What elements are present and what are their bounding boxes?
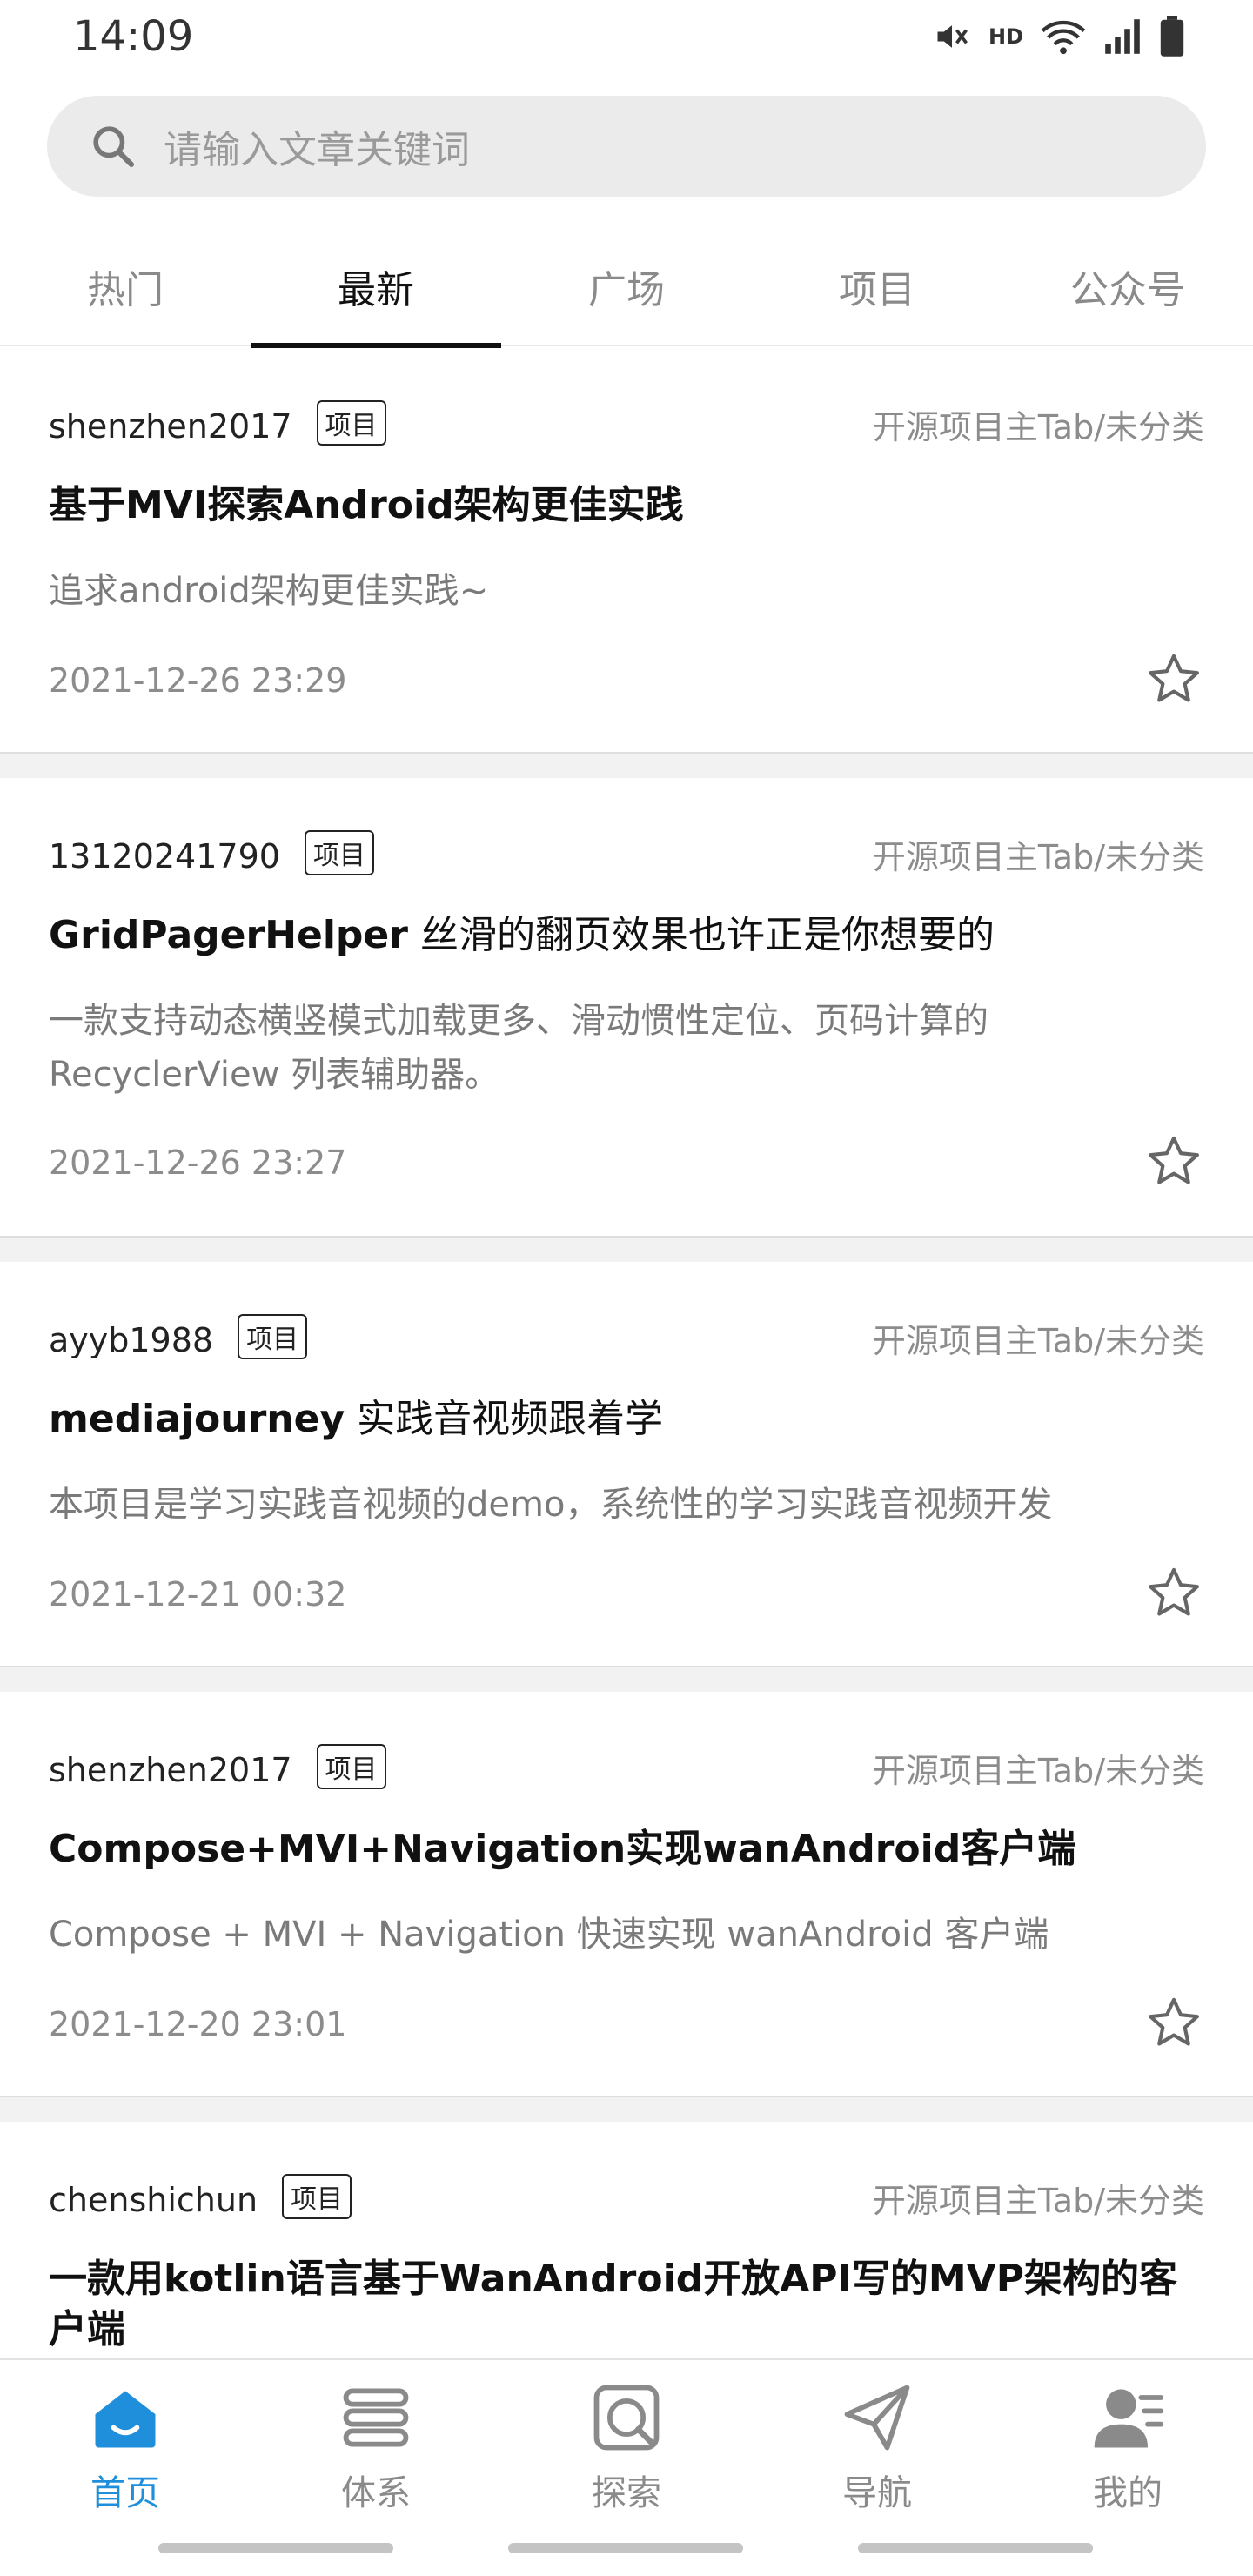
article-title-bold: Compose+MVI+Navigation实现wanAndroid客户端 (49, 1827, 1076, 1871)
article-author: shenzhen2017 (49, 1751, 292, 1789)
star-icon[interactable] (1145, 650, 1203, 708)
article-card[interactable]: shenzhen2017 项目 开源项目主Tab/未分类 基于MVI探索Andro… (0, 348, 1253, 754)
article-author-row: ayyb1988 项目 (49, 1314, 308, 1359)
star-icon[interactable] (1145, 1994, 1203, 2051)
search-bar[interactable]: 请输入文章关键词 (47, 96, 1206, 197)
article-desc: 一款支持动态横竖模式加载更多、滑动惯性定位、页码计算的 RecyclerView… (49, 1001, 988, 1095)
article-tag: 项目 (304, 830, 374, 875)
article-desc: Compose + MVI + Navigation 快速实现 wanAndro… (49, 1915, 1049, 1955)
battery-icon (1160, 16, 1184, 57)
article-category: 开源项目主Tab/未分类 (872, 408, 1204, 446)
gesture-bar-left (158, 2543, 393, 2553)
article-author-row: chenshichun 项目 (49, 2174, 352, 2219)
user-icon (1094, 2389, 1164, 2448)
article-title: mediajourney 实践音视频跟着学 (49, 1394, 1204, 1445)
article-category: 开源项目主Tab/未分类 (872, 1752, 1204, 1790)
article-title: 基于MVI探索Android架构更佳实践 (49, 480, 1204, 531)
article-tag: 项目 (316, 1744, 386, 1789)
article-author-row: shenzhen2017 项目 (49, 1744, 386, 1789)
article-category: 开源项目主Tab/未分类 (872, 1322, 1204, 1360)
article-card[interactable]: chenshichun 项目 开源项目主Tab/未分类 一款用kotlin语言基于… (0, 2122, 1253, 2358)
article-title: Compose+MVI+Navigation实现wanAndroid客户端 (49, 1824, 1204, 1875)
status-time: 14:09 (73, 12, 194, 61)
article-title-plain: 丝滑的翻页效果也许正是你想要的 (407, 913, 995, 957)
nav-home[interactable]: 首页 (0, 2378, 251, 2526)
nav-explore[interactable]: 探索 (501, 2378, 752, 2526)
article-desc: 本项目是学习实践音视频的demo，系统性的学习实践音视频开发 (49, 1485, 1053, 1525)
article-desc: 追求android架构更佳实践~ (49, 571, 489, 611)
article-title-bold: mediajourney (49, 1397, 345, 1441)
wifi-icon (1041, 20, 1086, 55)
article-card[interactable]: shenzhen2017 项目 开源项目主Tab/未分类 Compose+MVI+… (0, 1692, 1253, 2097)
home-icon (95, 2391, 156, 2448)
nav-label: 体系 (341, 2473, 411, 2513)
gesture-bar-center (508, 2543, 743, 2553)
gesture-bar-right (858, 2543, 1093, 2553)
article-author: chenshichun (49, 2181, 258, 2219)
nav-mine[interactable]: 我的 (1002, 2378, 1253, 2526)
nav-label: 我的 (1093, 2473, 1163, 2513)
article-author: 13120241790 (49, 837, 280, 875)
search-icon (93, 126, 135, 168)
article-author-row: shenzhen2017 项目 (49, 400, 386, 446)
article-date: 2021-12-26 23:29 (49, 661, 347, 700)
article-title-bold: 基于MVI探索Android架构更佳实践 (49, 483, 684, 527)
article-card[interactable]: 13120241790 项目 开源项目主Tab/未分类 GridPagerHelp… (0, 778, 1253, 1238)
article-card[interactable]: ayyb1988 项目 开源项目主Tab/未分类 mediajourney 实践音… (0, 1262, 1253, 1667)
article-author: shenzhen2017 (49, 407, 292, 446)
article-date: 2021-12-26 23:27 (49, 1144, 347, 1182)
article-date: 2021-12-21 00:32 (49, 1575, 347, 1613)
article-tag: 项目 (282, 2174, 352, 2219)
article-title-bold: 一款用kotlin语言基于WanAndroid开放API写的MVP架构的客户端 (49, 2257, 1177, 2351)
article-author: ayyb1988 (49, 1321, 214, 1359)
nav-navigation[interactable]: 导航 (752, 2378, 1002, 2526)
article-title: GridPagerHelper 丝滑的翻页效果也许正是你想要的 (49, 910, 1204, 961)
article-title: 一款用kotlin语言基于WanAndroid开放API写的MVP架构的客户端 (49, 2254, 1204, 2355)
article-tag: 项目 (316, 400, 386, 446)
article-category: 开源项目主Tab/未分类 (872, 2182, 1204, 2220)
article-list[interactable]: shenzhen2017 项目 开源项目主Tab/未分类 基于MVI探索Andro… (0, 348, 1253, 2358)
tab-square[interactable]: 广场 (501, 226, 752, 346)
nav-system[interactable]: 体系 (251, 2378, 501, 2526)
network-type: HD (988, 24, 1023, 49)
tab-project[interactable]: 项目 (752, 226, 1002, 346)
status-icons: HD (933, 16, 1185, 57)
send-icon (844, 2385, 910, 2451)
star-icon[interactable] (1145, 1132, 1203, 1190)
nav-label: 导航 (842, 2473, 912, 2513)
article-category: 开源项目主Tab/未分类 (872, 838, 1204, 876)
tab-latest[interactable]: 最新 (251, 226, 501, 348)
nav-label: 首页 (90, 2473, 160, 2513)
tab-bar: 热门 最新 广场 项目 公众号 (0, 226, 1253, 348)
article-tag: 项目 (238, 1314, 308, 1359)
search-input[interactable]: 请输入文章关键词 (164, 118, 470, 174)
tab-hot[interactable]: 热门 (0, 226, 251, 346)
layers-icon (343, 2388, 409, 2447)
article-title-bold: GridPagerHelper (49, 913, 408, 957)
status-bar: 14:09 HD (0, 0, 1253, 77)
signal-icon (1105, 19, 1140, 54)
explore-icon (593, 2385, 660, 2451)
article-author-row: 13120241790 项目 (49, 830, 374, 875)
nav-label: 探索 (592, 2473, 661, 2513)
star-icon[interactable] (1145, 1564, 1203, 1621)
tab-official-accounts[interactable]: 公众号 (1002, 226, 1253, 346)
article-title-plain: 实践音视频跟着学 (345, 1397, 664, 1441)
mute-icon (937, 25, 968, 48)
article-date: 2021-12-20 23:01 (49, 2005, 347, 2043)
